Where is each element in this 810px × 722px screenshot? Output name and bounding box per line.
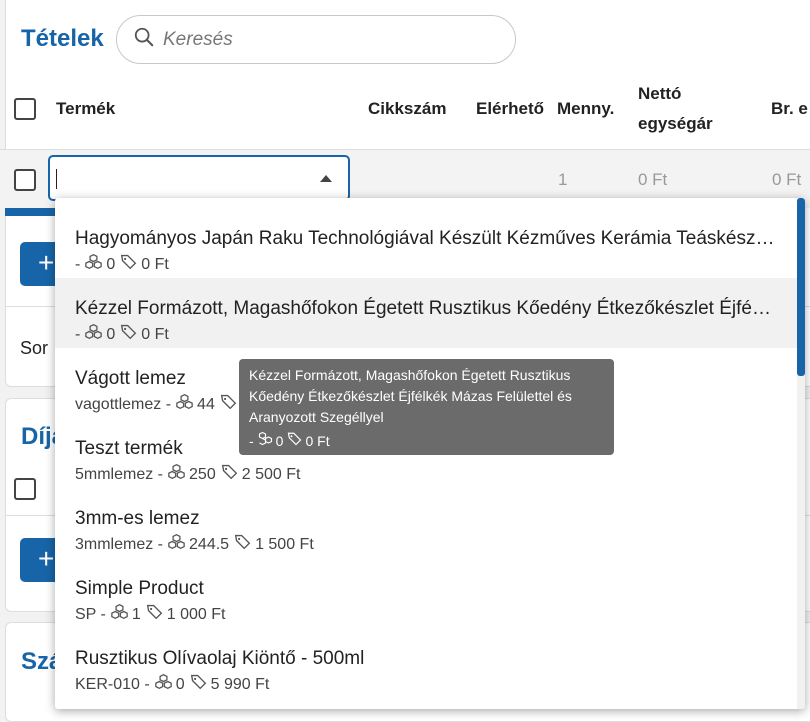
option-sku: SP - — [75, 605, 106, 623]
option-stock: 44 — [197, 395, 215, 413]
option-stock: 250 — [189, 465, 216, 483]
row-qty[interactable]: 1 — [558, 170, 567, 190]
option-stock: 1 — [131, 605, 141, 623]
option-price: 0 Ft — [141, 255, 169, 273]
product-name-tooltip: Kézzel Formázott, Magashőfokon Égetett R… — [239, 359, 614, 455]
chevron-up-icon[interactable] — [320, 175, 332, 182]
dropdown-scrollbar-thumb[interactable] — [797, 198, 805, 376]
price-tag-icon — [215, 393, 241, 416]
option-stock: 244.5 — [189, 535, 230, 553]
price-tag-icon — [141, 603, 167, 626]
select-all-checkbox[interactable] — [14, 98, 36, 120]
rows-label: Sor — [20, 338, 49, 358]
option-sku: vagottlemez - — [75, 395, 172, 413]
dropdown-option[interactable]: 3mm-es lemez 3mmlemez - 244.5 1 500 Ft — [55, 488, 797, 558]
dropdown-option[interactable]: Hagyományos Japán Raku Technológiával Ké… — [55, 208, 797, 278]
dropdown-scrollbar[interactable] — [797, 198, 805, 709]
search-box[interactable] — [116, 15, 516, 64]
tooltip-line-2: Kőedény Étkezőkészlet Éjfélkék Mázas Fel… — [249, 388, 572, 404]
column-header-gross[interactable]: Br. e — [771, 94, 808, 124]
row-gross-price[interactable]: 0 Ft — [772, 170, 801, 190]
column-header-net-unit-price[interactable]: Nettó egységár — [638, 79, 713, 139]
boxes-icon — [80, 253, 106, 276]
option-name: Kézzel Formázott, Magashőfokon Égetett R… — [75, 298, 775, 319]
column-header-net-line1: Nettó — [638, 84, 682, 103]
boxes-icon — [171, 393, 197, 416]
search-icon — [133, 26, 155, 53]
dropdown-option[interactable]: Simple Product SP - 1 1 000 Ft — [55, 558, 797, 628]
option-price: 1 500 Ft — [255, 535, 314, 553]
tooltip-meta: - 0 0 Ft — [249, 431, 604, 452]
option-price: 1 000 Ft — [166, 605, 226, 623]
text-caret — [56, 169, 57, 189]
price-tag-icon — [115, 253, 141, 276]
option-stock: 0 — [106, 255, 116, 273]
option-name: Rusztikus Olívaolaj Kiöntő - 500ml — [75, 648, 365, 669]
plus-icon: + — [38, 247, 55, 278]
plus-icon: + — [38, 543, 55, 574]
add-item-button[interactable]: + — [20, 242, 60, 286]
option-price: 5 990 Ft — [210, 675, 270, 693]
tooltip-line-3: Aranyozott Szegéllyel — [249, 409, 384, 425]
product-select[interactable] — [48, 155, 350, 201]
search-input[interactable] — [163, 28, 483, 51]
option-meta: KER-010 - 0 5 990 Ft — [75, 673, 797, 696]
tooltip-stock: 0 — [275, 433, 284, 449]
price-tag-icon — [185, 673, 211, 696]
option-stock: 0 — [106, 325, 116, 343]
boxes-icon — [254, 431, 276, 452]
option-price: 2 500 Ft — [241, 465, 301, 483]
dropdown-option[interactable]: Kézzel Formázott, Magashőfokon Égetett R… — [55, 278, 797, 348]
row-checkbox[interactable] — [14, 169, 36, 191]
items-section-title: Tételek — [21, 25, 104, 52]
option-meta: -00 Ft — [75, 323, 797, 346]
option-meta: -00 Ft — [75, 253, 797, 276]
boxes-icon — [106, 603, 132, 626]
option-sku: 3mmlemez - — [75, 535, 164, 553]
dropdown-option[interactable]: Rusztikus Olívaolaj Kiöntő - 500ml KER-01… — [55, 628, 797, 698]
column-header-available[interactable]: Elérhető — [476, 94, 544, 124]
boxes-icon — [163, 463, 189, 486]
option-meta: SP - 1 1 000 Ft — [75, 603, 797, 626]
boxes-icon — [80, 323, 106, 346]
option-name: Hagyományos Japán Raku Technológiával Ké… — [75, 228, 775, 249]
column-header-net-line2: egységár — [638, 114, 713, 133]
option-price: 0 Ft — [141, 325, 169, 343]
row-net-price[interactable]: 0 Ft — [638, 170, 667, 190]
column-header-sku[interactable]: Cikkszám — [368, 94, 446, 124]
tooltip-line-1: Kézzel Formázott, Magashőfokon Égetett R… — [249, 367, 571, 383]
option-sku: 5mmlemez - — [75, 465, 164, 483]
option-stock: 0 — [175, 675, 185, 693]
option-name: Simple Product — [75, 578, 204, 599]
column-header-qty[interactable]: Menny. — [557, 94, 614, 124]
option-name: 3mm-es lemez — [75, 508, 200, 529]
fees-select-all-checkbox[interactable] — [14, 478, 36, 500]
price-tag-icon — [229, 533, 255, 556]
column-header-product[interactable]: Termék — [56, 94, 115, 124]
option-sku: KER-010 - — [75, 675, 150, 693]
boxes-icon — [150, 673, 176, 696]
price-tag-icon — [283, 431, 305, 452]
price-tag-icon — [115, 323, 141, 346]
boxes-icon — [163, 533, 189, 556]
add-fee-button[interactable]: + — [20, 538, 60, 582]
option-meta: 3mmlemez - 244.5 1 500 Ft — [75, 533, 797, 556]
tooltip-price: 0 Ft — [305, 433, 330, 449]
price-tag-icon — [216, 463, 242, 486]
option-meta: 5mmlemez - 250 2 500 Ft — [75, 463, 797, 486]
